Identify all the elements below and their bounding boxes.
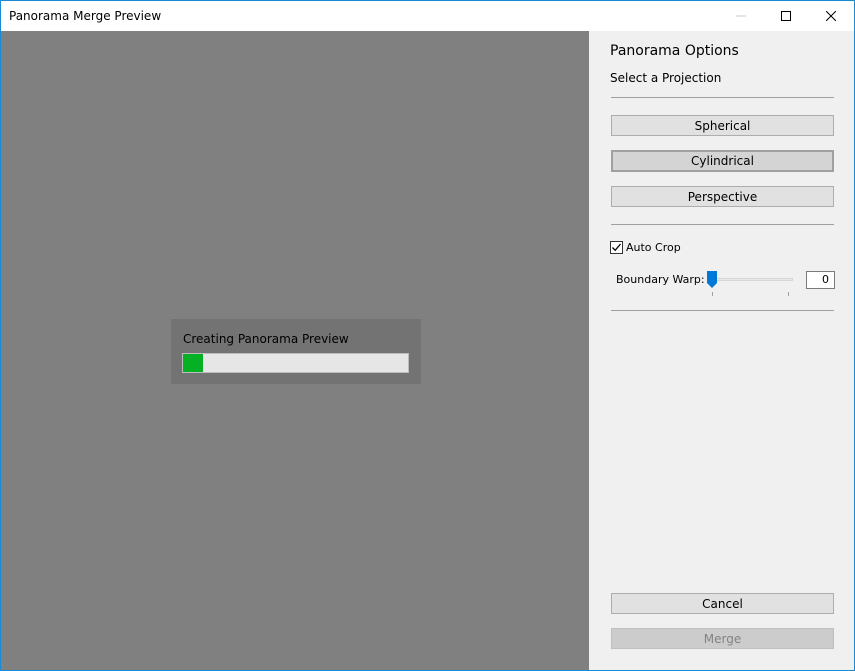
cancel-button[interactable]: Cancel (611, 593, 834, 614)
merge-button: Merge (611, 628, 834, 649)
title-bar[interactable]: Panorama Merge Preview (1, 1, 854, 31)
minimize-icon (736, 15, 746, 17)
divider (611, 310, 834, 311)
boundary-warp-value-field[interactable]: 0 (806, 271, 835, 289)
boundary-warp-label: Boundary Warp: (616, 273, 705, 286)
spherical-button[interactable]: Spherical (611, 115, 834, 136)
app-window: Panorama Merge Preview Creating Panorama… (0, 0, 855, 671)
auto-crop-checkbox[interactable] (610, 240, 623, 254)
divider (611, 97, 834, 98)
progress-label: Creating Panorama Preview (183, 332, 349, 346)
close-icon (826, 11, 836, 21)
options-panel: Panorama Options Select a Projection Sph… (589, 31, 854, 670)
panel-title: Panorama Options (610, 43, 739, 59)
auto-crop-label: Auto Crop (626, 240, 681, 254)
slider-thumb-icon (707, 271, 717, 288)
minimize-button[interactable] (718, 1, 764, 31)
cylindrical-button[interactable]: Cylindrical (611, 150, 834, 172)
slider-tick (788, 292, 789, 296)
divider (611, 224, 834, 225)
progress-bar (182, 353, 409, 373)
auto-crop-option[interactable]: Auto Crop (610, 240, 681, 254)
projection-heading: Select a Projection (610, 71, 722, 85)
boundary-warp-slider[interactable] (707, 278, 793, 281)
progress-bar-fill (183, 354, 204, 372)
progress-dialog: Creating Panorama Preview (171, 319, 421, 384)
checkmark-icon (612, 243, 621, 251)
slider-tick (712, 292, 713, 296)
maximize-button[interactable] (763, 1, 809, 31)
boundary-warp-slider-thumb[interactable] (707, 271, 717, 288)
window-title: Panorama Merge Preview (9, 9, 162, 23)
maximize-icon (781, 11, 791, 21)
preview-area: Creating Panorama Preview (1, 31, 589, 670)
perspective-button[interactable]: Perspective (611, 186, 834, 207)
close-button[interactable] (808, 1, 854, 31)
